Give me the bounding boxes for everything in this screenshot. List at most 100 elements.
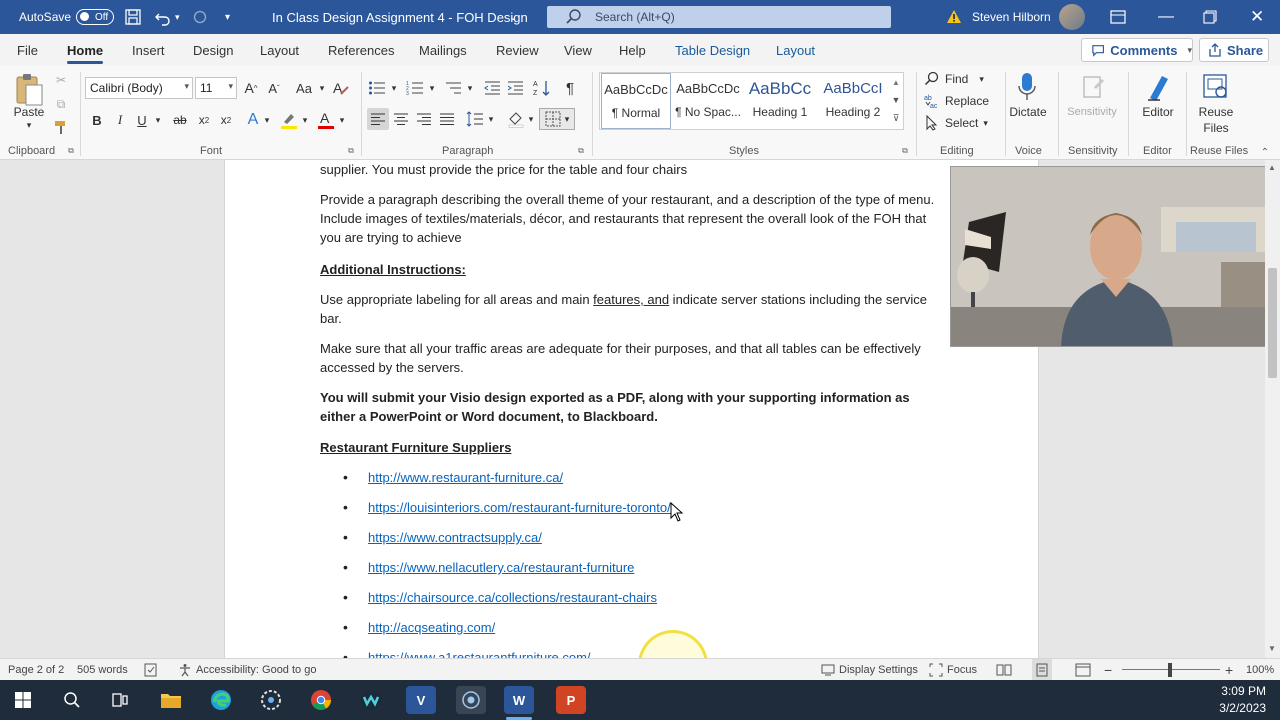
page-count[interactable]: Page 2 of 2 (8, 659, 64, 681)
snipping-tool-icon[interactable] (256, 686, 286, 714)
screen-recorder-icon[interactable] (456, 686, 486, 714)
heading-restaurant-furniture-suppliers[interactable]: Restaurant Furniture Suppliers (320, 438, 945, 457)
highlight-icon[interactable] (278, 110, 300, 130)
paragraph[interactable]: Make sure that all your traffic areas ar… (320, 339, 945, 377)
align-right-icon[interactable] (413, 108, 435, 130)
align-center-icon[interactable] (390, 108, 412, 130)
heading-additional-instructions[interactable]: Additional Instructions: (320, 260, 945, 279)
chevron-down-icon[interactable]: ▾ (262, 110, 272, 130)
borders-icon[interactable]: ▾ (539, 108, 575, 130)
file-explorer-icon[interactable] (156, 686, 186, 714)
paste-button[interactable]: Paste (9, 104, 49, 120)
dialog-launcher-icon[interactable]: ⧉ (346, 146, 356, 156)
italic-icon[interactable]: I (112, 110, 128, 130)
chevron-down-icon[interactable]: ▾ (486, 108, 496, 130)
minimize-icon[interactable]: — (1158, 0, 1174, 34)
autosave-toggle[interactable]: Off (76, 9, 114, 25)
word-count[interactable]: 505 words (77, 659, 128, 681)
vertical-scrollbar[interactable]: ▲ ▼ (1265, 160, 1280, 658)
task-view-icon[interactable] (105, 686, 135, 714)
text-effects-icon[interactable]: A (244, 110, 262, 130)
font-size-select[interactable]: 11 ▾ (195, 77, 237, 99)
paragraph[interactable]: Use appropriate labeling for all areas a… (320, 290, 945, 328)
chevron-down-icon[interactable]: ▾ (152, 110, 164, 130)
supplier-link[interactable]: http://acqseating.com/ (368, 618, 495, 637)
sensitivity-button[interactable]: Sensitivity (1062, 104, 1122, 120)
avatar[interactable] (1059, 4, 1085, 30)
title-chevron-icon[interactable]: ⌄ (509, 0, 517, 34)
styles-scroll-up-icon[interactable]: ▲ (889, 74, 903, 90)
accessibility-status[interactable]: Accessibility: Good to go (178, 659, 316, 681)
chevron-down-icon[interactable]: ▾ (526, 108, 536, 130)
paragraph[interactable]: supplier. You must provide the price for… (320, 160, 945, 179)
tab-layout[interactable]: Layout (260, 34, 299, 66)
user-name[interactable]: Steven Hilborn (972, 0, 1051, 34)
undo-icon[interactable] (154, 0, 172, 34)
undo-dropdown-icon[interactable]: ▾ (175, 0, 180, 34)
chevron-down-icon[interactable]: ▾ (389, 78, 399, 98)
redo-icon[interactable] (192, 0, 208, 34)
change-case-button[interactable]: Aa (290, 78, 318, 98)
align-left-icon[interactable] (367, 108, 389, 130)
search-icon[interactable] (57, 686, 87, 714)
warning-icon[interactable] (946, 0, 962, 34)
collapse-ribbon-icon[interactable]: ⌃ (1258, 146, 1272, 158)
chevron-down-icon[interactable]: ▾ (427, 78, 437, 98)
decrease-indent-icon[interactable] (482, 78, 502, 98)
tab-table-layout[interactable]: Layout (776, 34, 815, 66)
edge-browser-icon[interactable] (206, 686, 236, 714)
tab-mailings[interactable]: Mailings (419, 34, 467, 66)
customize-qat-icon[interactable]: ▾ (225, 0, 230, 34)
microphone-icon[interactable] (1013, 71, 1041, 103)
save-icon[interactable] (124, 0, 142, 34)
shrink-font-icon[interactable]: Aˇ (264, 78, 284, 98)
close-icon[interactable]: ✕ (1250, 0, 1264, 34)
focus-button[interactable]: Focus (929, 659, 977, 681)
zoom-slider-thumb[interactable] (1168, 663, 1172, 677)
tab-help[interactable]: Help (619, 34, 646, 66)
tab-home[interactable]: Home (67, 34, 104, 66)
tab-review[interactable]: Review (496, 34, 539, 66)
display-settings-button[interactable]: Display Settings (821, 659, 918, 681)
styles-more-icon[interactable]: ⊽ (889, 110, 903, 126)
share-button[interactable]: Share (1199, 38, 1269, 62)
chrome-browser-icon[interactable] (306, 686, 336, 714)
paragraph[interactable]: Provide a paragraph describing the overa… (320, 190, 945, 247)
find-button[interactable]: Find ▾ (924, 69, 984, 89)
superscript-icon[interactable]: x2 (218, 110, 234, 130)
underline-icon[interactable]: U (134, 110, 150, 130)
supplier-link[interactable]: https://www.contractsupply.ca/ (368, 528, 542, 547)
restore-icon[interactable] (1203, 0, 1217, 34)
multilevel-list-icon[interactable] (443, 78, 463, 98)
comments-button[interactable]: Comments ▾ (1081, 38, 1193, 62)
zoom-in-icon[interactable]: + (1225, 659, 1233, 681)
tab-table-design[interactable]: Table Design (675, 34, 750, 66)
editor-icon[interactable] (1144, 71, 1174, 103)
font-color-icon[interactable]: A (316, 110, 336, 130)
word-icon[interactable]: W (504, 686, 534, 714)
font-family-select[interactable]: Calibri (Body) ▾ (85, 77, 193, 99)
line-spacing-icon[interactable] (464, 108, 486, 130)
tab-view[interactable]: View (564, 34, 592, 66)
style-heading-2[interactable]: AaBbCcI Heading 2 (817, 73, 889, 129)
windows-start-icon[interactable] (8, 686, 38, 714)
grow-font-icon[interactable]: A ^ (241, 78, 261, 98)
files-button[interactable]: Files (1192, 120, 1240, 136)
paste-icon[interactable] (10, 72, 48, 108)
justify-icon[interactable] (436, 108, 458, 130)
numbering-icon[interactable]: 123 (405, 78, 425, 98)
chevron-down-icon[interactable]: ▾ (337, 110, 347, 130)
editor-button[interactable]: Editor (1135, 104, 1181, 120)
styles-scroll-down-icon[interactable]: ▼ (889, 92, 903, 108)
ribbon-display-icon[interactable] (1110, 0, 1126, 34)
show-formatting-icon[interactable]: ¶ (561, 78, 579, 98)
scroll-down-icon[interactable]: ▼ (1268, 644, 1276, 653)
style-heading-1[interactable]: AaBbCc Heading 1 (745, 73, 815, 129)
copy-icon[interactable]: ⧉ (54, 96, 68, 112)
read-mode-icon[interactable] (996, 659, 1012, 681)
document-title[interactable]: In Class Design Assignment 4 - FOH Desig… (272, 0, 528, 34)
scroll-up-icon[interactable]: ▲ (1268, 163, 1276, 172)
chevron-down-icon[interactable]: ▾ (465, 78, 475, 98)
paste-dropdown-icon[interactable]: ▾ (22, 120, 36, 130)
powerpoint-icon[interactable]: P (556, 686, 586, 714)
